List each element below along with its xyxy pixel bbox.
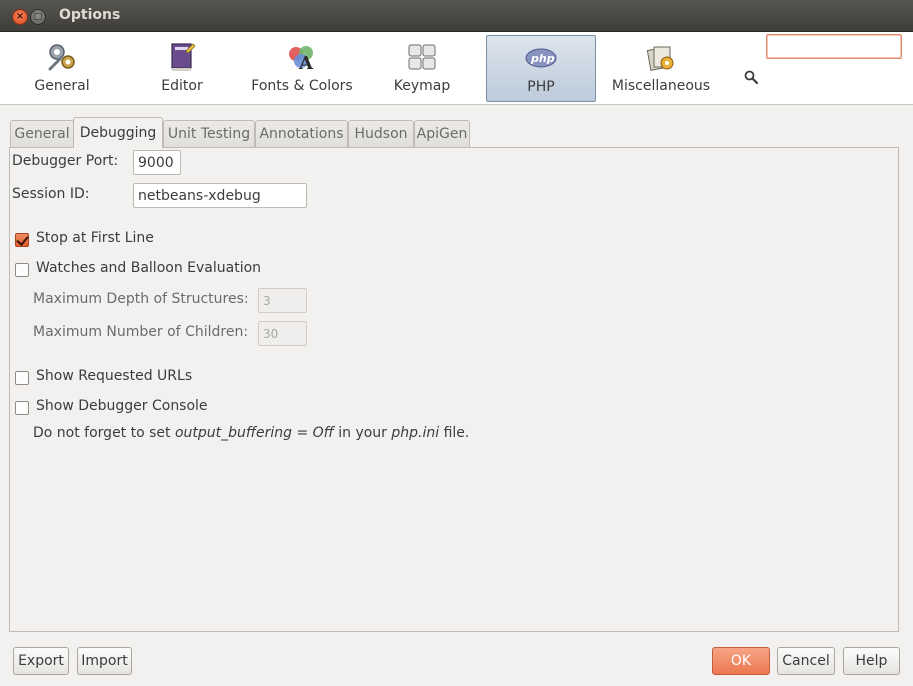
category-label: General: [34, 78, 90, 94]
window-close-button[interactable]: ×: [12, 9, 28, 25]
max-depth-label: Maximum Depth of Structures:: [33, 291, 249, 307]
session-id-field[interactable]: [133, 183, 307, 208]
max-depth-field[interactable]: [258, 288, 307, 313]
help-button[interactable]: Help: [843, 647, 900, 675]
maximize-icon: □: [33, 12, 43, 22]
svg-text:php: php: [530, 52, 555, 65]
show-console-checkbox[interactable]: [15, 401, 29, 415]
category-keymap[interactable]: Keymap: [364, 35, 480, 99]
fonts-colors-icon: A: [289, 46, 314, 73]
close-icon: ×: [15, 11, 25, 22]
category-label: Keymap: [393, 78, 451, 94]
category-label: Miscellaneous: [611, 78, 711, 94]
tab-annotations[interactable]: Annotations: [255, 120, 348, 147]
category-general[interactable]: General: [4, 35, 120, 99]
show-console-label[interactable]: Show Debugger Console: [36, 398, 208, 414]
keymap-keys-icon: [408, 44, 436, 70]
miscellaneous-icon: [646, 46, 674, 71]
window-maximize-button[interactable]: □: [30, 9, 46, 25]
export-button[interactable]: Export: [13, 647, 69, 675]
category-label: Fonts & Colors: [251, 78, 353, 94]
debugging-panel: [9, 147, 899, 632]
category-editor[interactable]: Editor: [124, 35, 240, 99]
tab-apigen[interactable]: ApiGen: [414, 120, 470, 147]
category-php[interactable]: php PHP: [486, 35, 596, 102]
session-id-label: Session ID:: [12, 186, 90, 202]
category-miscellaneous[interactable]: Miscellaneous: [602, 35, 720, 99]
wrench-gears-icon: [48, 44, 75, 71]
category-label: Editor: [161, 78, 203, 94]
debugger-port-field[interactable]: [133, 150, 181, 175]
tab-unit-testing[interactable]: Unit Testing: [163, 120, 255, 147]
category-fonts-colors[interactable]: A Fonts & Colors: [244, 35, 360, 99]
watches-label[interactable]: Watches and Balloon Evaluation: [36, 260, 261, 276]
note-code: php.ini: [391, 425, 440, 441]
max-children-field[interactable]: [258, 321, 307, 346]
import-button[interactable]: Import: [77, 647, 132, 675]
tab-hudson[interactable]: Hudson: [348, 120, 414, 147]
editor-book-icon: [171, 43, 196, 71]
output-buffering-note: Do not forget to set output_buffering = …: [33, 425, 469, 441]
show-urls-label[interactable]: Show Requested URLs: [36, 368, 192, 384]
note-text: file.: [439, 425, 470, 441]
stop-first-line-checkbox[interactable]: [15, 233, 29, 247]
category-label: PHP: [527, 79, 555, 95]
cancel-button[interactable]: Cancel: [777, 647, 835, 675]
window-title: Options: [59, 7, 121, 23]
ok-button[interactable]: OK: [712, 647, 770, 675]
svg-text:A: A: [298, 53, 314, 73]
search-icon: [744, 70, 758, 84]
tab-general[interactable]: General: [10, 120, 74, 147]
tab-debugging[interactable]: Debugging: [73, 117, 163, 148]
note-text: in your: [333, 425, 392, 441]
title-bar: × □ Options: [0, 0, 913, 32]
debugger-port-label: Debugger Port:: [12, 153, 119, 169]
stop-first-line-label[interactable]: Stop at First Line: [36, 230, 154, 246]
note-code: output_buffering = Off: [174, 425, 334, 441]
search-input[interactable]: [766, 34, 902, 59]
php-icon: php: [525, 48, 557, 68]
show-urls-checkbox[interactable]: [15, 371, 29, 385]
watches-checkbox[interactable]: [15, 263, 29, 277]
max-children-label: Maximum Number of Children:: [33, 324, 249, 340]
note-text: Do not forget to set: [33, 425, 175, 441]
